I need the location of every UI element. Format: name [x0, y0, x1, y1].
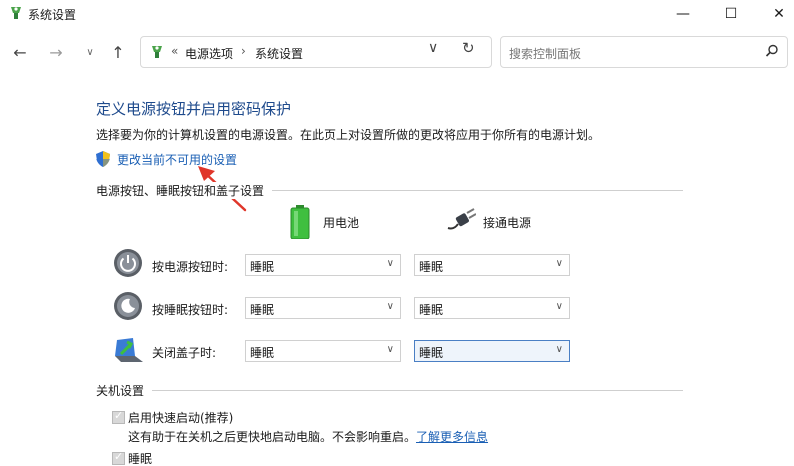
sleep-button-row-label: 按睡眠按钮时: [152, 303, 229, 317]
check-icon: ✓ [114, 409, 124, 422]
close-button[interactable]: ✕ [756, 0, 794, 28]
page-title: 定义电源按钮并启用密码保护 [96, 100, 292, 118]
address-bar[interactable]: « 电源选项 › 系统设置 [140, 36, 492, 68]
refresh-icon[interactable]: ↻ [462, 39, 475, 57]
sleep-button-icon [114, 292, 142, 320]
breadcrumb-chevron-icon: › [241, 44, 246, 58]
window-title: 系统设置 [28, 8, 77, 22]
sleep-checkbox[interactable]: ✓ [112, 450, 125, 465]
sleep-label: 睡眠 [128, 452, 153, 466]
arrow-left-icon: ← [13, 42, 27, 62]
breadcrumb-power-options[interactable]: 电源选项 [185, 45, 233, 62]
battery-column-label: 用电池 [323, 216, 360, 230]
control-panel-icon [11, 7, 21, 19]
recent-locations-button[interactable]: ∨ [78, 40, 102, 64]
search-input[interactable]: 搜索控制面板 [500, 36, 788, 68]
chevron-down-icon: ∨ [386, 344, 394, 355]
fast-startup-checkbox[interactable]: ✓ [112, 409, 125, 424]
shutdown-section-title: 关机设置 [96, 382, 151, 399]
learn-more-link[interactable]: 了解更多信息 [416, 430, 488, 444]
lid-close-plugged-select[interactable]: 睡眠 ∨ [414, 340, 570, 362]
chevron-down-icon: ∨ [386, 301, 394, 312]
title-bar: 系统设置 — ☐ ✕ [0, 0, 794, 28]
select-value: 睡眠 [250, 303, 275, 317]
select-value: 睡眠 [250, 260, 275, 274]
search-icon[interactable] [765, 44, 779, 58]
plugged-in-column-label: 接通电源 [483, 216, 532, 230]
battery-icon [290, 205, 310, 239]
navigation-bar: ← → ∨ ↑ « 电源选项 › 系统设置 ∨ ↻ 搜索控制面板 [0, 34, 794, 70]
power-button-battery-select[interactable]: 睡眠 ∨ [245, 254, 401, 276]
forward-button[interactable]: → [44, 40, 68, 64]
sleep-button-plugged-select[interactable]: 睡眠 ∨ [414, 297, 570, 319]
section-divider [152, 390, 683, 391]
section-divider [272, 190, 683, 191]
control-panel-icon [152, 46, 162, 58]
address-overflow-icon[interactable]: « [171, 44, 178, 58]
search-placeholder: 搜索控制面板 [509, 47, 582, 61]
power-button-row-label: 按电源按钮时: [152, 260, 229, 274]
sleep-button-battery-select[interactable]: 睡眠 ∨ [245, 297, 401, 319]
select-value: 睡眠 [419, 303, 444, 317]
power-buttons-section-title: 电源按钮、睡眠按钮和盖子设置 [96, 182, 271, 199]
check-icon: ✓ [114, 450, 124, 463]
fast-startup-description: 这有助于在关机之后更快地启动电脑。不会影响重启。了解更多信息 [128, 428, 488, 445]
chevron-down-icon: ∨ [555, 258, 563, 269]
maximize-button[interactable]: ☐ [708, 0, 754, 28]
up-button[interactable]: ↑ [106, 40, 130, 64]
minimize-button[interactable]: — [660, 0, 706, 28]
close-icon: ✕ [773, 6, 785, 22]
address-dropdown-icon[interactable]: ∨ [428, 40, 438, 56]
lid-close-battery-select[interactable]: 睡眠 ∨ [245, 340, 401, 362]
chevron-down-icon: ∨ [555, 344, 563, 355]
breadcrumb-system-settings[interactable]: 系统设置 [255, 45, 303, 62]
arrow-right-icon: → [49, 42, 63, 62]
fast-startup-label: 启用快速启动(推荐) [128, 411, 234, 425]
arrow-up-icon: ↑ [111, 42, 125, 62]
lid-close-row-label: 关闭盖子时: [152, 346, 217, 360]
select-value: 睡眠 [419, 346, 444, 360]
select-value: 睡眠 [419, 260, 444, 274]
chevron-down-icon: ∨ [386, 258, 394, 269]
maximize-icon: ☐ [724, 6, 738, 22]
page-description: 选择要为你的计算机设置的电源设置。在此页上对设置所做的更改将应用于你所有的电源计… [96, 128, 601, 142]
power-button-plugged-select[interactable]: 睡眠 ∨ [414, 254, 570, 276]
fast-startup-description-text: 这有助于在关机之后更快地启动电脑。不会影响重启。 [128, 430, 417, 444]
power-plug-icon [447, 208, 476, 230]
minimize-icon: — [676, 6, 690, 22]
uac-shield-icon [96, 151, 110, 167]
select-value: 睡眠 [250, 346, 275, 360]
power-button-icon [114, 249, 142, 277]
back-button[interactable]: ← [8, 40, 32, 64]
chevron-down-icon: ∨ [555, 301, 563, 312]
chevron-down-icon: ∨ [86, 46, 94, 58]
laptop-lid-icon [115, 338, 143, 362]
